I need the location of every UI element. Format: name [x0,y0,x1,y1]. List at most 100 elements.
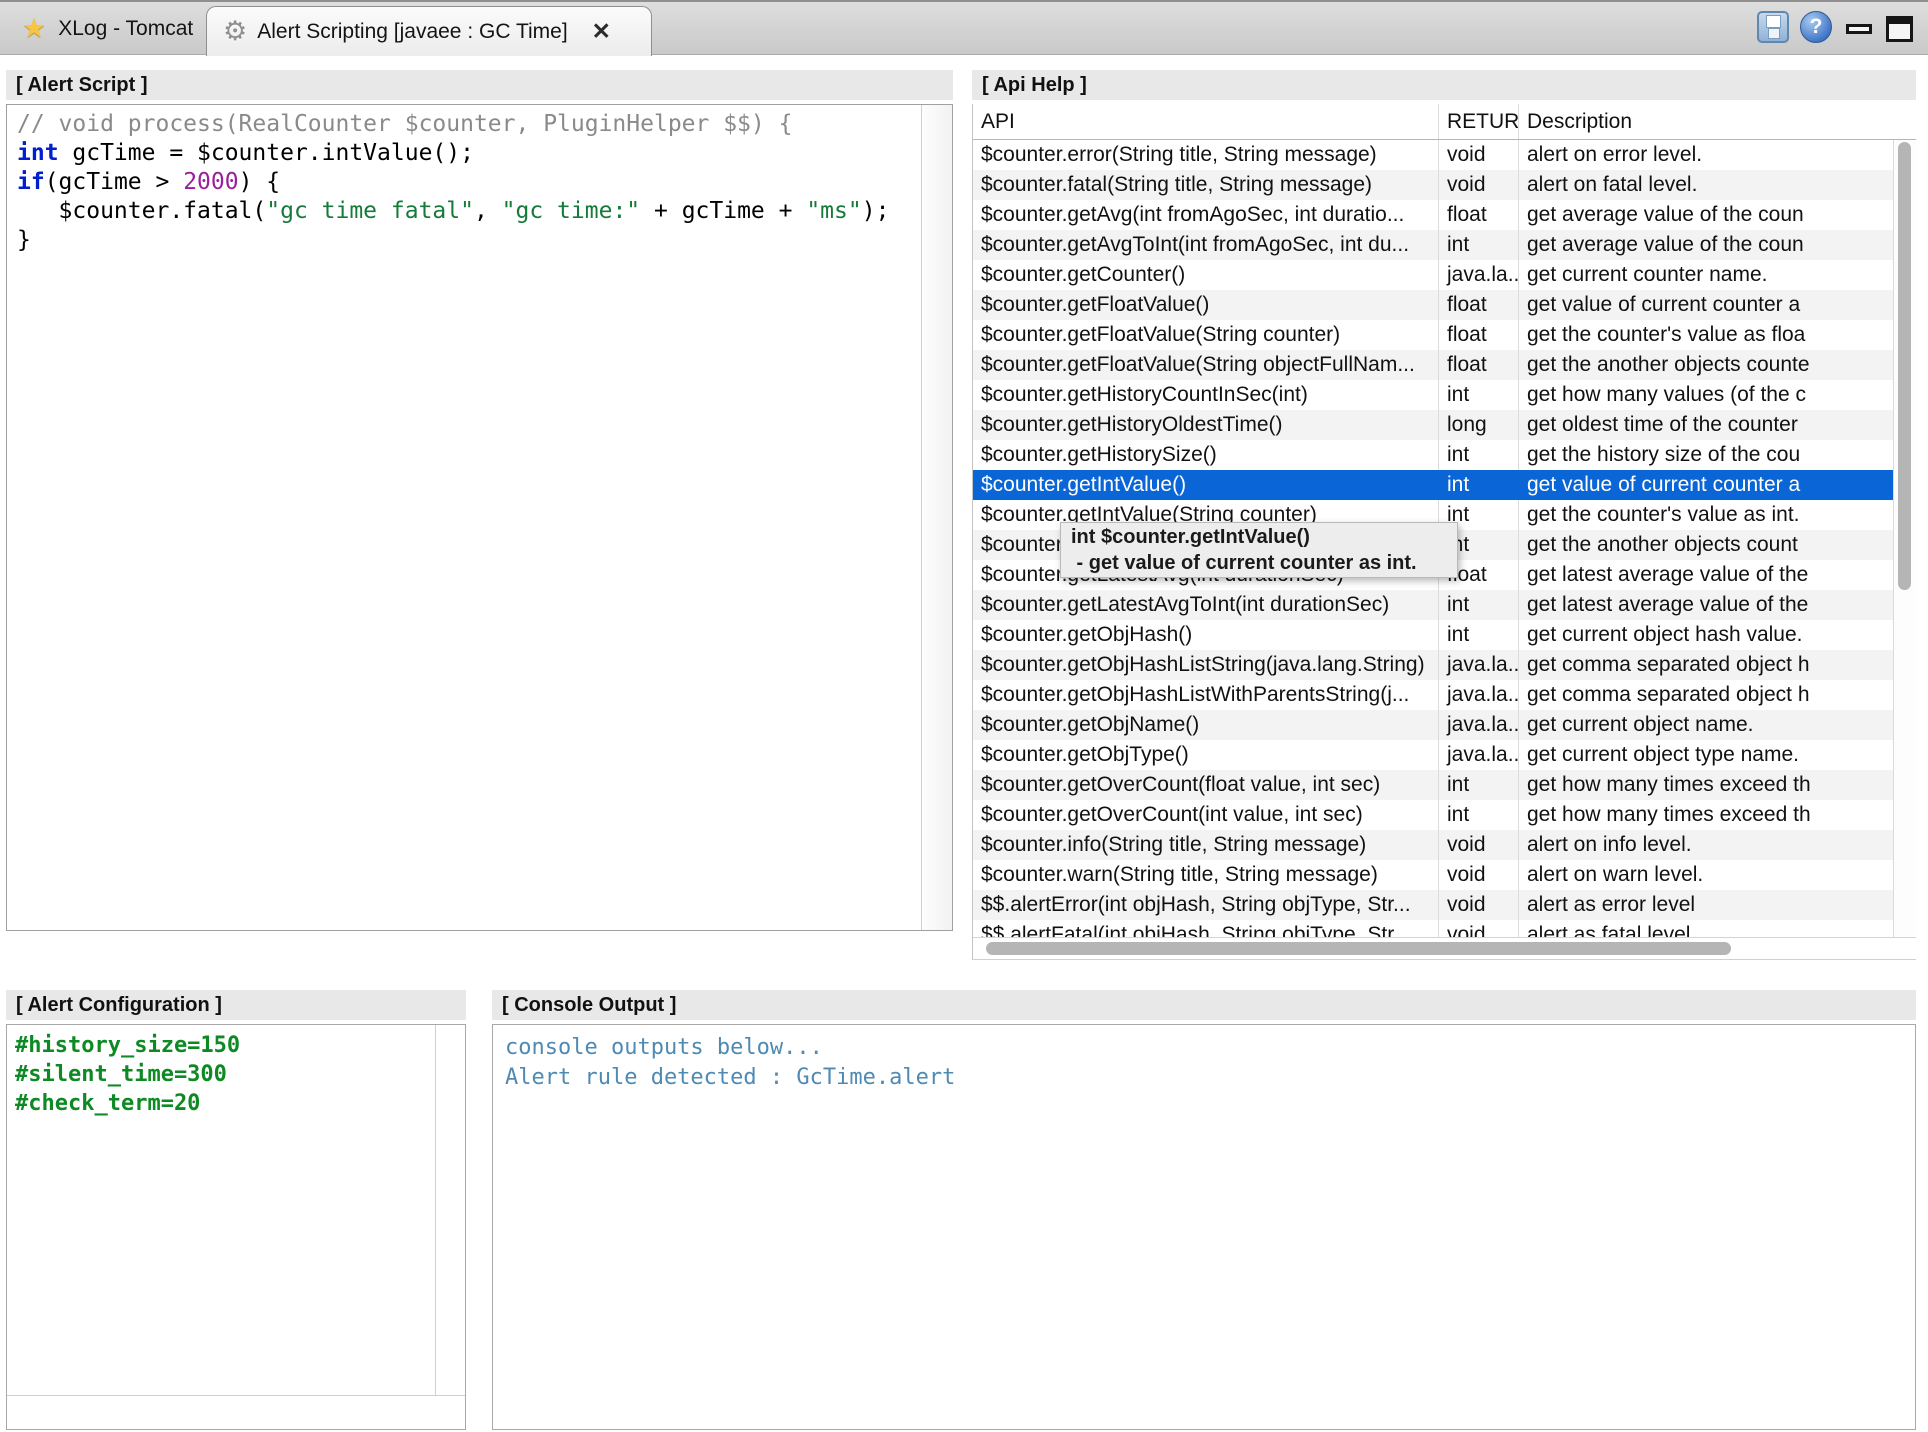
alert-scripting-window: ★ XLog - Tomcat ⚙ Alert Scripting [javae… [0,0,1928,1432]
api-cell-desc: get comma separated object h [1519,650,1893,680]
save-button[interactable] [1757,11,1789,43]
api-cell-ret: void [1439,830,1519,860]
api-table-row[interactable]: $counter.getHistoryCountInSec(int)intget… [973,380,1893,410]
column-header-return[interactable]: RETURN [1439,104,1519,139]
api-table-row[interactable]: $counter.getObjHashListString(java.lang.… [973,650,1893,680]
column-header-description[interactable]: Description [1519,104,1906,139]
api-cell-api: $counter.getAvgToInt(int fromAgoSec, int… [973,230,1439,260]
console-lines: console outputs below...Alert rule detec… [505,1033,955,1093]
api-cell-api: $counter.getObjName() [973,710,1439,740]
api-cell-desc: get current counter name. [1519,260,1893,290]
api-cell-desc: alert on info level. [1519,830,1893,860]
gear-icon: ⚙ [223,18,247,45]
api-table-row[interactable]: $counter.getFloatValue(String counter)fl… [973,320,1893,350]
cfg-line: #history_size=150 [15,1031,240,1060]
code-line: int gcTime = $counter.intValue(); [17,139,889,168]
maximize-button[interactable] [1886,16,1913,42]
api-tooltip: int $counter.getIntValue() - get value o… [1060,522,1458,578]
api-cell-desc: alert as fatal level [1519,920,1893,937]
api-table-row[interactable]: $counter.fatal(String title, String mess… [973,170,1893,200]
console-output-title: [ Console Output ] [492,990,1916,1020]
api-cell-ret: int [1439,230,1519,260]
vertical-scrollbar-thumb[interactable] [1898,142,1911,590]
con-line: console outputs below... [505,1033,955,1063]
tab-alert-scripting[interactable]: ⚙ Alert Scripting [javaee : GC Time] ✕ [206,6,652,56]
tab-label: Alert Scripting [javaee : GC Time] [257,20,567,44]
api-table-row[interactable]: $counter.getObjHashListWithParentsString… [973,680,1893,710]
api-cell-ret: int [1439,770,1519,800]
horizontal-scrollbar[interactable] [973,937,1916,959]
api-cell-api: $counter.getOverCount(float value, int s… [973,770,1439,800]
api-cell-ret: void [1439,890,1519,920]
api-table-row[interactable]: $counter.getHistoryOldestTime()longget o… [973,410,1893,440]
minimize-button[interactable] [1846,24,1872,34]
config-hscrollbar-track[interactable] [7,1395,465,1429]
api-table-row[interactable]: $counter.getAvgToInt(int fromAgoSec, int… [973,230,1893,260]
alert-script-title: [ Alert Script ] [6,70,953,100]
api-cell-api: $counter.getAvg(int fromAgoSec, int dura… [973,200,1439,230]
config-vscrollbar-track[interactable] [435,1025,465,1396]
alert-config-editor[interactable]: #history_size=150#silent_time=300#check_… [6,1024,466,1430]
api-cell-api: $counter.getIntValue() [973,470,1439,500]
api-cell-ret: int [1439,470,1519,500]
api-cell-ret: java.la... [1439,260,1519,290]
api-table-row[interactable]: $$.alertError(int objHash, String objTyp… [973,890,1893,920]
api-table-row[interactable]: $counter.getOverCount(float value, int s… [973,770,1893,800]
api-cell-api: $$.alertFatal(int objHash, String objTyp… [973,920,1439,937]
api-cell-desc: get value of current counter a [1519,290,1893,320]
api-table-row[interactable]: $counter.getFloatValue()floatget value o… [973,290,1893,320]
api-cell-api: $counter.getFloatValue(String counter) [973,320,1439,350]
editor-scrollbar-track[interactable] [921,105,952,930]
api-table-row[interactable]: $counter.info(String title, String messa… [973,830,1893,860]
api-cell-desc: get average value of the coun [1519,230,1893,260]
api-table-row[interactable]: $counter.getObjType()java.la...get curre… [973,740,1893,770]
api-table-row[interactable]: $counter.getAvg(int fromAgoSec, int dura… [973,200,1893,230]
tab-xlog-tomcat[interactable]: ★ XLog - Tomcat [6,2,209,55]
api-cell-api: $counter.getFloatValue() [973,290,1439,320]
alert-script-editor[interactable]: // void process(RealCounter $counter, Pl… [6,104,953,931]
horizontal-scrollbar-thumb[interactable] [986,942,1731,955]
api-cell-ret: float [1439,350,1519,380]
vertical-scrollbar[interactable] [1893,140,1916,937]
code-line: $counter.fatal("gc time fatal", "gc time… [17,197,889,226]
api-cell-desc: get current object hash value. [1519,620,1893,650]
api-cell-api: $counter.error(String title, String mess… [973,140,1439,170]
api-cell-ret: int [1439,620,1519,650]
api-table-row[interactable]: $counter.getObjHash()intget current obje… [973,620,1893,650]
api-table-row[interactable]: $counter.error(String title, String mess… [973,140,1893,170]
api-cell-desc: get latest average value of the [1519,590,1893,620]
console-output-area[interactable]: console outputs below...Alert rule detec… [492,1024,1916,1430]
api-table-row[interactable]: $counter.getCounter()java.la...get curre… [973,260,1893,290]
api-cell-api: $counter.getLatestAvgToInt(int durationS… [973,590,1439,620]
api-cell-ret: void [1439,860,1519,890]
close-tab-icon[interactable]: ✕ [592,20,611,43]
api-cell-ret: float [1439,200,1519,230]
api-cell-ret: float [1439,320,1519,350]
api-cell-desc: alert on fatal level. [1519,170,1893,200]
api-cell-ret: int [1439,380,1519,410]
api-table-row[interactable]: $counter.getIntValue()intget value of cu… [973,470,1893,500]
floppy-shutter [1768,28,1780,39]
api-cell-api: $counter.warn(String title, String messa… [973,860,1439,890]
api-table-row[interactable]: $counter.getFloatValue(String objectFull… [973,350,1893,380]
api-cell-ret: java.la... [1439,650,1519,680]
column-header-api[interactable]: API [973,104,1439,139]
api-cell-desc: get the counter's value as floa [1519,320,1893,350]
api-cell-desc: get current object type name. [1519,740,1893,770]
api-cell-desc: get current object name. [1519,710,1893,740]
help-button[interactable]: ? [1800,11,1832,43]
api-cell-ret: java.la... [1439,710,1519,740]
api-cell-ret: java.la... [1439,740,1519,770]
api-table-row[interactable]: $counter.warn(String title, String messa… [973,860,1893,890]
api-cell-api: $counter.getObjHashListWithParentsString… [973,680,1439,710]
api-table-row[interactable]: $counter.getOverCount(int value, int sec… [973,800,1893,830]
api-cell-ret: java.la... [1439,680,1519,710]
api-cell-ret: void [1439,920,1519,937]
api-table-row[interactable]: $counter.getHistorySize()intget the hist… [973,440,1893,470]
api-cell-desc: alert as error level [1519,890,1893,920]
api-table-row[interactable]: $counter.getObjName()java.la...get curre… [973,710,1893,740]
api-table-row[interactable]: $$.alertFatal(int objHash, String objTyp… [973,920,1893,937]
api-table-row[interactable]: $counter.getLatestAvgToInt(int durationS… [973,590,1893,620]
api-cell-ret: int [1439,800,1519,830]
alert-config-lines: #history_size=150#silent_time=300#check_… [15,1031,240,1118]
